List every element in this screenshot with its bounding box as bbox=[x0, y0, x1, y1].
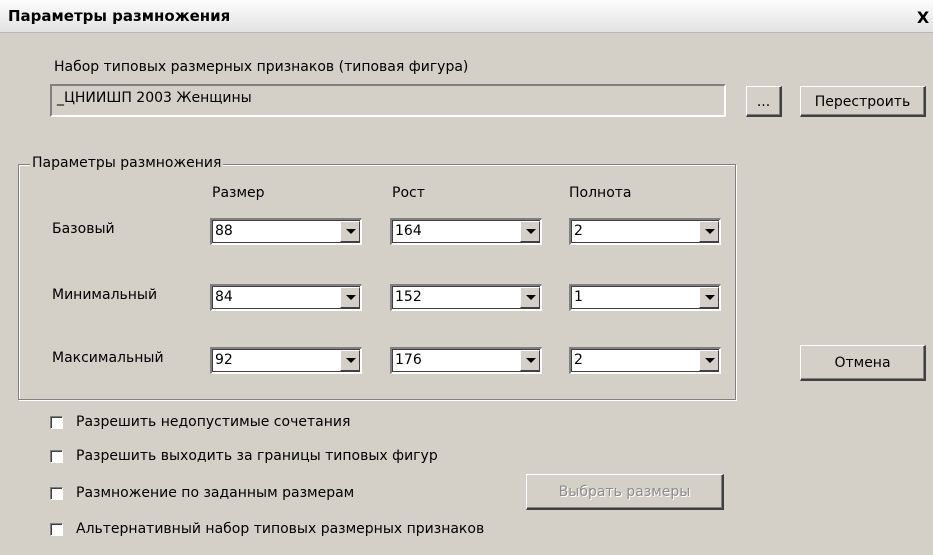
base-height-select[interactable]: 164 bbox=[390, 218, 542, 245]
option-alternative-figure-set[interactable]: Альтернативный набор типовых размерных п… bbox=[50, 521, 530, 541]
figure-set-label: Набор типовых размерных признаков (типов… bbox=[54, 59, 469, 75]
cancel-button[interactable]: Отмена bbox=[800, 345, 926, 381]
params-group-legend: Параметры размножения bbox=[30, 155, 224, 171]
base-size-select[interactable]: 88 bbox=[210, 218, 362, 245]
min-size-value: 84 bbox=[215, 289, 233, 305]
checkbox[interactable] bbox=[50, 523, 63, 536]
dialog-title: Параметры размножения bbox=[8, 7, 231, 25]
min-fullness-value: 1 bbox=[574, 289, 583, 305]
chevron-down-icon[interactable] bbox=[520, 287, 540, 308]
checkbox[interactable] bbox=[50, 450, 63, 463]
min-height-select[interactable]: 152 bbox=[390, 284, 542, 311]
chevron-down-icon[interactable] bbox=[340, 350, 360, 371]
browse-button[interactable]: ... bbox=[746, 86, 782, 117]
max-size-value: 92 bbox=[215, 352, 233, 368]
min-fullness-select[interactable]: 1 bbox=[569, 284, 721, 311]
chevron-down-icon[interactable] bbox=[340, 221, 360, 242]
max-size-select[interactable]: 92 bbox=[210, 347, 362, 374]
figure-set-field[interactable]: _ЦНИИШП 2003 Женщины bbox=[50, 84, 726, 117]
chevron-down-icon[interactable] bbox=[699, 221, 719, 242]
max-fullness-select[interactable]: 2 bbox=[569, 347, 721, 374]
min-size-select[interactable]: 84 bbox=[210, 284, 362, 311]
checkbox[interactable] bbox=[50, 416, 63, 429]
chevron-down-icon[interactable] bbox=[340, 287, 360, 308]
option-label: Разрешить недопустимые сочетания bbox=[76, 414, 351, 430]
row-label-min: Минимальный bbox=[52, 287, 158, 303]
option-label: Альтернативный набор типовых размерных п… bbox=[76, 521, 485, 537]
chevron-down-icon[interactable] bbox=[699, 287, 719, 308]
base-fullness-value: 2 bbox=[574, 223, 583, 239]
min-height-value: 152 bbox=[395, 289, 422, 305]
max-height-select[interactable]: 176 bbox=[390, 347, 542, 374]
column-header-size: Размер bbox=[212, 185, 265, 201]
rebuild-button[interactable]: Перестроить bbox=[800, 86, 926, 117]
title-bar: Параметры размножения X bbox=[0, 0, 933, 33]
max-height-value: 176 bbox=[395, 352, 422, 368]
option-label: Разрешить выходить за границы типовых фи… bbox=[76, 448, 438, 464]
option-allow-exceed-figure-bounds[interactable]: Разрешить выходить за границы типовых фи… bbox=[50, 448, 490, 468]
close-icon[interactable]: X bbox=[915, 10, 931, 26]
dialog-window: Параметры размножения X Набор типовых ра… bbox=[0, 0, 933, 555]
base-size-value: 88 bbox=[215, 223, 233, 239]
chevron-down-icon[interactable] bbox=[699, 350, 719, 371]
column-header-fullness: Полнота bbox=[569, 185, 632, 201]
base-height-value: 164 bbox=[395, 223, 422, 239]
column-header-height: Рост bbox=[392, 185, 425, 201]
chevron-down-icon[interactable] bbox=[520, 221, 540, 242]
checkbox[interactable] bbox=[50, 487, 63, 500]
figure-set-value: _ЦНИИШП 2003 Женщины bbox=[57, 90, 252, 106]
option-label: Размножение по заданным размерам bbox=[76, 485, 355, 501]
max-fullness-value: 2 bbox=[574, 352, 583, 368]
row-label-base: Базовый bbox=[52, 221, 115, 237]
option-multiply-by-given-sizes[interactable]: Размножение по заданным размерам bbox=[50, 485, 390, 505]
choose-sizes-button[interactable]: Выбрать размеры bbox=[526, 474, 724, 510]
row-label-max: Максимальный bbox=[52, 350, 164, 366]
option-allow-invalid-combinations[interactable]: Разрешить недопустимые сочетания bbox=[50, 414, 380, 434]
base-fullness-select[interactable]: 2 bbox=[569, 218, 721, 245]
chevron-down-icon[interactable] bbox=[520, 350, 540, 371]
